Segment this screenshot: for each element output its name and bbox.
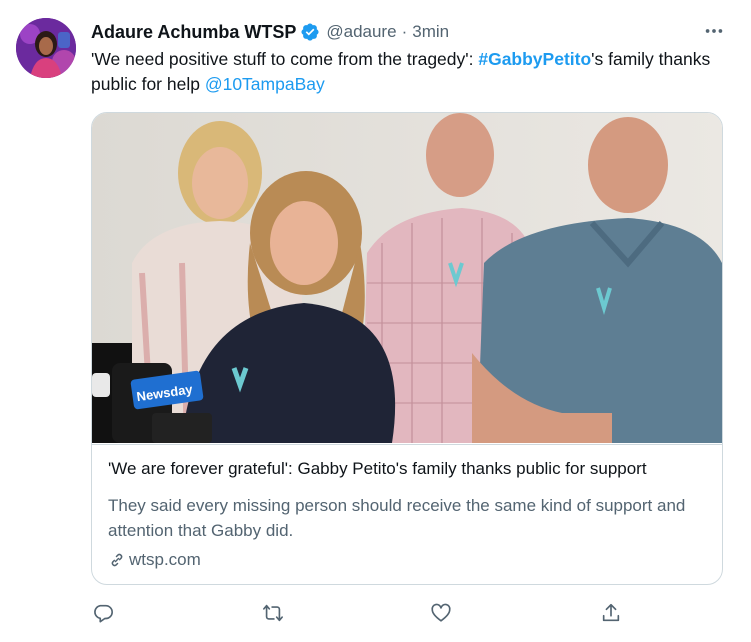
link-card[interactable]: Newsday 'We are forever grateful': Gabby… <box>91 112 723 585</box>
reply-button[interactable] <box>88 598 118 628</box>
tweet-actions <box>0 598 751 628</box>
mention-link[interactable]: @10TampaBay <box>205 74 325 94</box>
display-name[interactable]: Adaure Achumba WTSP <box>91 22 296 43</box>
more-options-button[interactable] <box>701 18 727 44</box>
card-title: 'We are forever grateful': Gabby Petito'… <box>108 459 647 478</box>
heart-icon <box>431 603 451 622</box>
link-icon <box>111 553 123 567</box>
verified-badge-icon <box>300 22 320 42</box>
separator-dot: · <box>401 22 408 41</box>
like-button[interactable] <box>426 598 456 628</box>
more-dots-icon <box>705 29 723 33</box>
card-body[interactable]: 'We are forever grateful': Gabby Petito'… <box>92 444 722 584</box>
timestamp[interactable]: 3min <box>412 22 449 42</box>
avatar-image <box>16 18 76 78</box>
tweet-text: 'We need positive stuff to come from the… <box>91 47 731 97</box>
share-icon <box>602 603 620 622</box>
retweet-button[interactable] <box>258 598 288 628</box>
card-description: They said every missing person should re… <box>108 496 686 540</box>
author-handle[interactable]: @adaure <box>326 22 396 42</box>
card-domain-text: wtsp.com <box>129 550 201 569</box>
card-domain: wtsp.com <box>108 549 201 571</box>
hashtag-link[interactable]: #GabbyPetito <box>478 49 591 69</box>
share-button[interactable] <box>596 598 626 628</box>
tweet-text-part1: 'We need positive stuff to come from the… <box>91 49 479 69</box>
card-image[interactable]: Newsday <box>92 113 722 444</box>
reply-icon <box>94 604 113 623</box>
retweet-icon <box>263 604 283 622</box>
avatar[interactable] <box>16 18 76 78</box>
tweet-header: Adaure Achumba WTSP @adaure · 3min <box>91 20 449 44</box>
